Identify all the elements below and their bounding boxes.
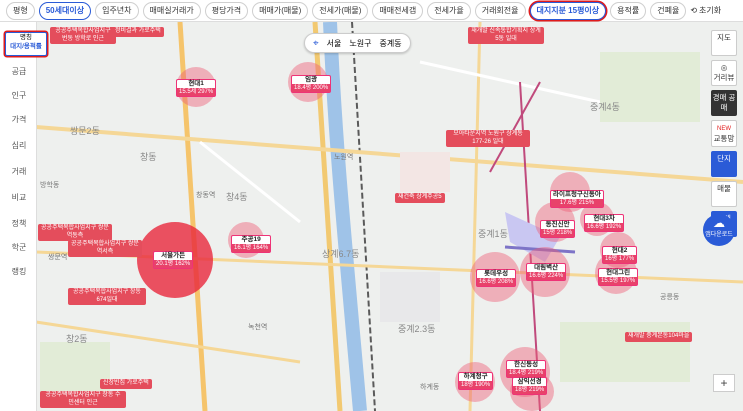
filter-chip-floor-area-ratio[interactable]: 용적률 xyxy=(610,1,647,20)
reset-button[interactable]: ⟲ 초기화 xyxy=(690,5,721,16)
filter-chip-land-share[interactable]: 대지지분 15평이상 xyxy=(529,1,607,20)
sidebar-item-sentiment[interactable]: 심리 xyxy=(6,140,32,151)
area-label: 상계6.7동 xyxy=(322,249,360,259)
complex-marker[interactable]: 임광 18.4평 200% xyxy=(291,75,332,93)
current-location-icon[interactable]: ⌖ xyxy=(313,38,319,49)
redevelopment-label[interactable]: 신창빈집 가로주택 xyxy=(100,379,152,389)
filter-chip-sale-listing[interactable]: 매매가(매물) xyxy=(252,1,309,20)
transit-label: 교통망 xyxy=(713,134,735,143)
area-label: 방학동 xyxy=(40,182,60,189)
redevelopment-label[interactable]: 재개발 중계본동104마을 xyxy=(625,332,693,342)
city-select[interactable]: 서울 xyxy=(327,38,342,49)
app-download-button[interactable]: ☁ 앱다운로드 xyxy=(703,214,735,246)
sidebar-item-ranking[interactable]: 랭킹 xyxy=(6,266,32,277)
area-label: 쌍문2동 xyxy=(70,126,100,136)
redevelopment-label[interactable]: 공공주택복합사업지구 쌍문역서측 xyxy=(68,240,142,257)
station-label: 녹천역 xyxy=(248,324,268,331)
redevelopment-label[interactable]: 정비결과 가로주택 xyxy=(112,27,164,37)
filter-chip-price-per-pyeong[interactable]: 평당가격 xyxy=(204,1,249,20)
filter-chip-jeonse-listing[interactable]: 전세가(매물) xyxy=(312,1,369,20)
area-label: 창4동 xyxy=(226,192,248,202)
complex-marker[interactable]: 동진신안 15평 218% xyxy=(540,220,576,238)
street-view-icon: ◎ xyxy=(720,63,728,72)
new-badge: NEW xyxy=(717,126,731,132)
street-view-button[interactable]: ◎ 거리뷰 xyxy=(711,60,737,86)
sidebar-item-compare[interactable]: 비교 xyxy=(6,192,32,203)
redevelopment-label[interactable]: 재건축 상계주공5 xyxy=(395,193,445,203)
sidebar-item-population[interactable]: 인구 xyxy=(6,90,32,101)
zoom-in-button[interactable]: + xyxy=(714,375,734,391)
complex-marker[interactable]: 현대3차 16.6평 192% xyxy=(584,214,625,232)
filter-chip-sale-real-price[interactable]: 매매실거래가 xyxy=(142,1,201,20)
complex-marker[interactable]: 하계청구 18평 190% xyxy=(458,372,494,390)
listing-button[interactable]: 매물 xyxy=(711,181,737,207)
area-label: 중계1동 xyxy=(478,229,508,239)
filter-chip-coverage-ratio[interactable]: 건폐율 xyxy=(650,1,687,20)
selected-layer-box[interactable]: 명칭 대지/용적률 xyxy=(5,32,47,56)
filter-bar: 평형 50세대이상 입주년차 매매실거래가 평당가격 매매가(매물) 전세가(매… xyxy=(0,0,743,22)
app-download-label: 앱다운로드 xyxy=(705,232,733,238)
transit-button[interactable]: NEW 교통망 xyxy=(711,120,737,147)
complex-marker[interactable]: 삼익선경 18평 219% xyxy=(512,377,548,395)
map-background xyxy=(0,22,743,411)
filter-chip-sale-jeonse-gap[interactable]: 매매전세갭 xyxy=(372,1,424,20)
dong-select[interactable]: 중계동 xyxy=(379,38,401,49)
area-label: 창동 xyxy=(140,152,157,162)
redevelopment-label[interactable]: 모아타운지역 노원구 상계동 177-26 일대 xyxy=(446,130,530,147)
download-icon: ☁ xyxy=(713,216,725,230)
zoom-control: + xyxy=(713,374,735,392)
filter-chip-turnover[interactable]: 거래회전율 xyxy=(474,1,526,20)
station-label: 쌍문역 xyxy=(48,254,68,261)
complex-marker[interactable]: 주공19 16.1평 164% xyxy=(231,235,272,253)
sidebar-item-price[interactable]: 가격 xyxy=(6,114,32,125)
sidebar-item-school[interactable]: 학군 xyxy=(6,242,32,253)
filter-chip-50-households[interactable]: 50세대이상 xyxy=(38,1,92,20)
station-label: 창동역 xyxy=(196,192,216,199)
complex-marker[interactable]: 한신동성 18.4평 219% xyxy=(506,360,547,378)
right-controls: 지도 ◎거리뷰 경매 공매 NEW교통망 단지 매물 중개 xyxy=(711,30,737,237)
sidebar-item-policy[interactable]: 정책 xyxy=(6,218,32,229)
area-label: 중계2.3동 xyxy=(398,324,436,334)
area-label: 창2동 xyxy=(66,334,88,344)
redevelopment-label[interactable]: 재개발 신속통합기획지 상계5동 일대 xyxy=(468,27,544,44)
location-selector[interactable]: ⌖ 서울 노원구 중계동 xyxy=(304,33,411,53)
map-canvas[interactable]: 현대1 15.5세 297% 임광 18.4평 200% 주공19 16.1평 164… xyxy=(0,22,743,411)
filter-chip-pyeong[interactable]: 평형 xyxy=(6,1,35,20)
refresh-icon: ⟲ xyxy=(690,6,698,15)
area-label: 공릉동 xyxy=(660,294,680,301)
left-sidebar: 명칭 대지/용적률 공급 인구 가격 심리 거래 비교 정책 학군 랭킹 xyxy=(0,22,47,411)
street-view-label: 거리뷰 xyxy=(713,73,735,82)
complex-marker[interactable]: 라이프청구신동아 17.6평 215% xyxy=(550,190,604,208)
redevelopment-label[interactable]: 공공주택복합사업지구 쌍문역동측 xyxy=(38,224,112,241)
auction-button[interactable]: 경매 공매 xyxy=(711,90,737,116)
area-label: 중계4동 xyxy=(590,102,620,112)
reset-label: 초기화 xyxy=(699,6,722,15)
complex-marker[interactable]: 현대2 16평 177% xyxy=(602,246,638,264)
filter-chip-move-in-years[interactable]: 입주년차 xyxy=(95,1,139,20)
sidebar-item-transaction[interactable]: 거래 xyxy=(6,166,32,177)
area-label: 하계동 xyxy=(420,384,440,391)
district-select[interactable]: 노원구 xyxy=(349,38,371,49)
map-type-button[interactable]: 지도 xyxy=(711,30,737,56)
complex-button[interactable]: 단지 xyxy=(711,151,737,177)
complex-marker[interactable]: 현대1 15.5세 297% xyxy=(176,79,217,97)
complex-marker[interactable]: 현대그린 15.5평 197% xyxy=(598,268,639,286)
sidebar-item-supply[interactable]: 공급 xyxy=(6,66,32,77)
complex-marker[interactable]: 서울가든 20.1평 162% xyxy=(153,251,194,269)
redevelopment-label[interactable]: 공공주택복합사업지구 번동 방학로 인근 xyxy=(50,27,116,44)
selected-layer-sub: 대지/용적률 xyxy=(10,43,42,50)
filter-chip-jeonse-ratio[interactable]: 전세가율 xyxy=(427,1,471,20)
redevelopment-label[interactable]: 공공주택복합사업지구 창동 수민센터 인근 xyxy=(40,391,126,408)
redevelopment-label[interactable]: 공공주택복합사업지구 창동 674일대 xyxy=(68,288,146,305)
complex-marker[interactable]: 롯데우성 16.6평 208% xyxy=(476,269,517,287)
selected-layer-title: 명칭 xyxy=(20,34,32,41)
station-label: 노원역 xyxy=(334,154,354,161)
complex-marker[interactable]: 대림벽산 16.6평 224% xyxy=(526,263,567,281)
